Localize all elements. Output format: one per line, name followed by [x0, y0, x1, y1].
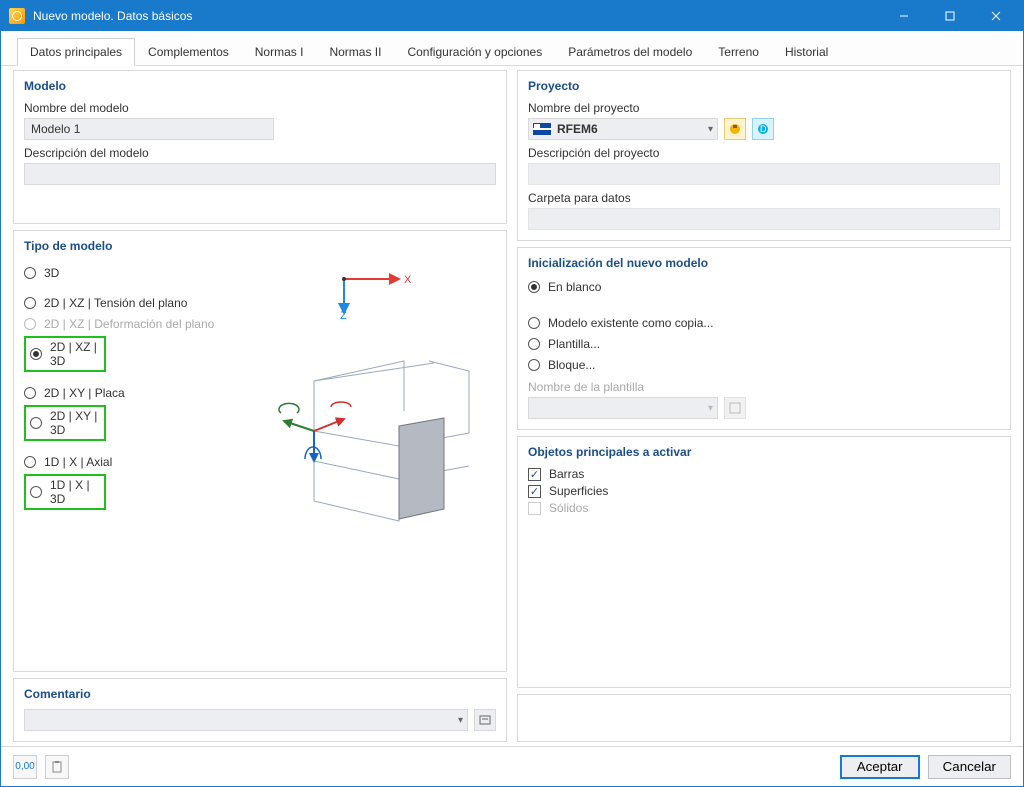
- panel-proyecto: Proyecto Nombre del proyecto RFEM6 ▾ D: [517, 70, 1011, 241]
- footer: 0,00 Aceptar Cancelar: [1, 746, 1023, 786]
- window-title: Nuevo modelo. Datos básicos: [33, 9, 881, 23]
- radio-en-blanco[interactable]: En blanco: [528, 278, 1000, 296]
- panel-title: Inicialización del nuevo modelo: [528, 256, 1000, 270]
- svg-text:Z: Z: [340, 310, 347, 321]
- maximize-button[interactable]: [927, 1, 973, 31]
- label-descripcion-modelo: Descripción del modelo: [24, 146, 496, 160]
- comment-action-icon[interactable]: [474, 709, 496, 731]
- radio-modelo-existente[interactable]: Modelo existente como copia...: [528, 314, 1000, 332]
- label-descripcion-proyecto: Descripción del proyecto: [528, 146, 1000, 160]
- select-proyecto[interactable]: RFEM6 ▾: [528, 118, 718, 140]
- radio-2d-xy-3d[interactable]: 2D | XY | 3D: [24, 405, 106, 441]
- label-carpeta-datos: Carpeta para datos: [528, 191, 1000, 205]
- input-carpeta-datos: [528, 208, 1000, 230]
- panel-inicializacion: Inicialización del nuevo modelo En blanc…: [517, 247, 1011, 430]
- label-nombre-plantilla: Nombre de la plantilla: [528, 380, 1000, 394]
- panel-title: Objetos principales a activar: [528, 445, 1000, 459]
- radio-1d-x-3d[interactable]: 1D | X | 3D: [24, 474, 106, 510]
- tab-historial[interactable]: Historial: [772, 38, 841, 66]
- radio-bloque[interactable]: Bloque...: [528, 356, 1000, 374]
- panel-tipo-modelo: Tipo de modelo 3D 2D | XZ | Tensión del …: [13, 230, 507, 672]
- cloud-project-icon[interactable]: D: [752, 118, 774, 140]
- panel-comentario: Comentario ▾: [13, 678, 507, 742]
- panel-objetos: Objetos principales a activar ✓Barras ✓S…: [517, 436, 1011, 688]
- panel-modelo: Modelo Nombre del modelo Descripción del…: [13, 70, 507, 224]
- panel-title: Comentario: [24, 687, 496, 701]
- app-icon: [9, 8, 25, 24]
- cancel-button[interactable]: Cancelar: [928, 755, 1011, 779]
- tab-complementos[interactable]: Complementos: [135, 38, 242, 66]
- close-button[interactable]: [973, 1, 1019, 31]
- axes-icon: X Z: [304, 261, 444, 321]
- panel-title: Modelo: [24, 79, 496, 93]
- tab-datos-principales[interactable]: Datos principales: [17, 38, 135, 66]
- panel-title: Proyecto: [528, 79, 1000, 93]
- input-descripcion-modelo[interactable]: [24, 163, 496, 185]
- check-superficies[interactable]: ✓Superficies: [528, 484, 1000, 498]
- radio-3d[interactable]: 3D: [24, 264, 244, 282]
- project-manager-icon[interactable]: [724, 118, 746, 140]
- units-icon[interactable]: 0,00: [13, 755, 37, 779]
- flag-icon: [533, 123, 551, 135]
- input-nombre-modelo[interactable]: [24, 118, 274, 140]
- accept-button[interactable]: Aceptar: [840, 755, 920, 779]
- model-preview-icon: [269, 341, 479, 541]
- label-nombre-modelo: Nombre del modelo: [24, 101, 496, 115]
- tab-normas-ii[interactable]: Normas II: [316, 38, 394, 66]
- check-solidos: Sólidos: [528, 501, 1000, 515]
- svg-text:D: D: [760, 124, 767, 134]
- radio-plantilla[interactable]: Plantilla...: [528, 335, 1000, 353]
- titlebar: Nuevo modelo. Datos básicos: [1, 1, 1023, 31]
- check-barras[interactable]: ✓Barras: [528, 467, 1000, 481]
- tab-bar: Datos principales Complementos Normas I …: [1, 31, 1023, 66]
- tab-normas-i[interactable]: Normas I: [242, 38, 317, 66]
- radio-2d-xy-placa[interactable]: 2D | XY | Placa: [24, 384, 244, 402]
- clipboard-icon[interactable]: [45, 755, 69, 779]
- input-descripcion-proyecto: [528, 163, 1000, 185]
- radio-2d-xz-3d[interactable]: 2D | XZ | 3D: [24, 336, 106, 372]
- svg-text:X: X: [404, 274, 412, 286]
- comment-combo[interactable]: ▾: [24, 709, 468, 731]
- radio-2d-xz-tension[interactable]: 2D | XZ | Tensión del plano: [24, 294, 244, 312]
- tab-parametros[interactable]: Parámetros del modelo: [555, 38, 705, 66]
- radio-2d-xz-deformacion: 2D | XZ | Deformación del plano: [24, 315, 244, 333]
- minimize-button[interactable]: [881, 1, 927, 31]
- radio-1d-x-axial[interactable]: 1D | X | Axial: [24, 453, 244, 471]
- panel-empty: [517, 694, 1011, 742]
- select-plantilla: ▾: [528, 397, 718, 419]
- template-action-icon: [724, 397, 746, 419]
- label-nombre-proyecto: Nombre del proyecto: [528, 101, 1000, 115]
- panel-title: Tipo de modelo: [24, 239, 496, 253]
- tab-terreno[interactable]: Terreno: [705, 38, 772, 66]
- tab-config[interactable]: Configuración y opciones: [394, 38, 555, 66]
